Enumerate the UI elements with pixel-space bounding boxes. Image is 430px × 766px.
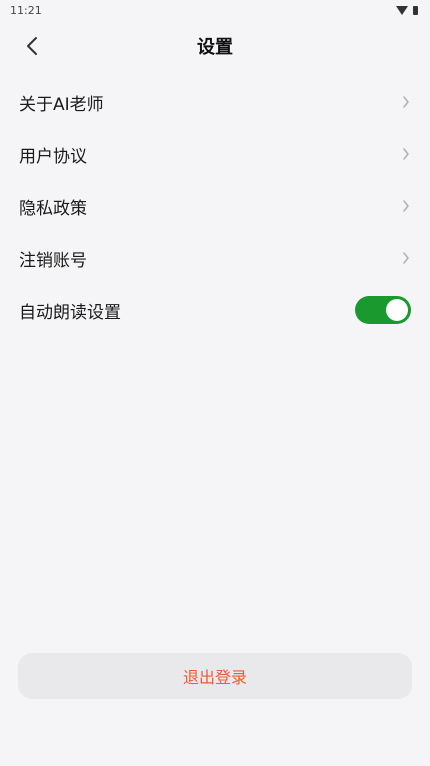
chevron-right-icon	[401, 147, 411, 161]
settings-item-privacy-policy[interactable]: 隐私政策	[0, 180, 430, 232]
settings-item-label: 注销账号	[19, 250, 87, 271]
settings-item-label: 隐私政策	[19, 198, 87, 219]
settings-item-auto-read: 自动朗读设置	[0, 284, 430, 336]
chevron-left-icon	[27, 37, 37, 55]
settings-item-about[interactable]: 关于AI老师	[0, 76, 430, 128]
toggle-knob	[386, 299, 408, 321]
settings-item-user-agreement[interactable]: 用户协议	[0, 128, 430, 180]
status-bar: 11:21	[0, 0, 430, 20]
nav-bar: 设置	[0, 24, 430, 68]
status-time: 11:21	[10, 3, 42, 17]
logout-button[interactable]: 退出登录	[18, 653, 412, 699]
battery-icon	[413, 5, 418, 15]
page-title: 设置	[197, 37, 233, 58]
auto-read-toggle[interactable]	[355, 296, 411, 324]
status-icons	[396, 5, 418, 15]
chevron-right-icon	[401, 199, 411, 213]
auto-read-label: 自动朗读设置	[19, 302, 121, 323]
back-button[interactable]	[18, 32, 46, 60]
settings-item-delete-account[interactable]: 注销账号	[0, 232, 430, 284]
settings-item-label: 关于AI老师	[19, 94, 104, 115]
chevron-right-icon	[401, 251, 411, 265]
chevron-right-icon	[401, 95, 411, 109]
settings-item-label: 用户协议	[19, 146, 87, 167]
settings-list: 关于AI老师 用户协议 隐私政策 注销账号 自动朗读设置	[0, 76, 430, 336]
wifi-icon	[396, 5, 408, 15]
